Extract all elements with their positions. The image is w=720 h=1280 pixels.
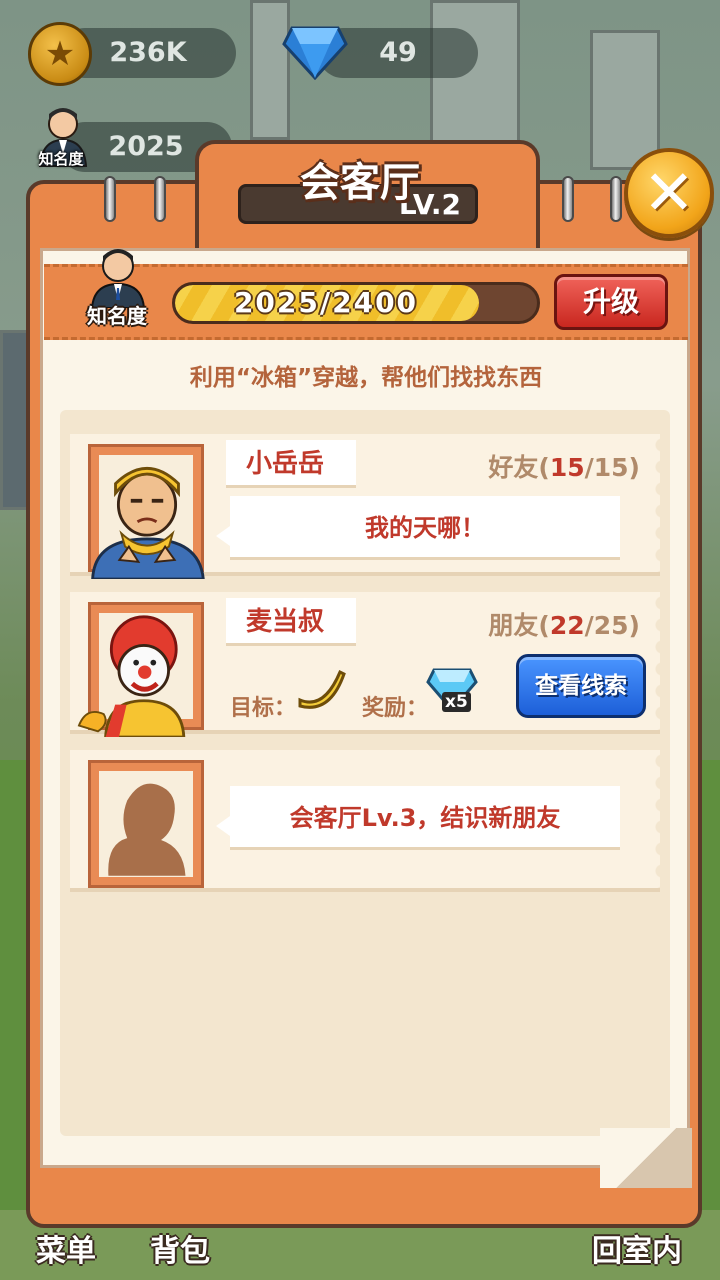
businessman-icon xyxy=(90,249,146,308)
view-clue-button[interactable]: 查看线索 xyxy=(516,654,646,718)
friendship-level: 好友(15/15) xyxy=(488,453,640,482)
menu-button[interactable]: 菜单 xyxy=(36,1226,96,1270)
locked-portrait xyxy=(88,760,204,888)
xiaoyueyue-avatar xyxy=(91,467,205,579)
panel-title: 会客厅 xyxy=(300,160,420,206)
reward-count: x5 xyxy=(442,692,471,712)
hint-text: 利用“冰箱”穿越，帮他们找找东西 xyxy=(189,365,543,391)
close-button[interactable]: ✕ xyxy=(624,148,714,238)
friendship-level: 朋友(22/25) xyxy=(488,611,640,640)
friend-card-locked: 会客厅Lv.3，结识新朋友 xyxy=(70,750,662,892)
friend-name: 麦当叔 xyxy=(226,598,356,646)
binder-ring xyxy=(610,176,622,222)
friend-portrait xyxy=(77,602,204,737)
panel-title-box: 会客厅 xyxy=(240,150,480,226)
clown-avatar xyxy=(77,615,186,737)
goal-label: 目标： xyxy=(230,696,297,721)
binder-ring xyxy=(562,176,574,222)
binder-ring xyxy=(154,176,166,222)
go-indoor-button[interactable]: 回室内 xyxy=(592,1226,682,1270)
diamond-icon xyxy=(282,26,348,80)
friend-portrait xyxy=(88,444,205,579)
silhouette-icon xyxy=(108,783,186,876)
speech-bubble: 我的天哪！ xyxy=(216,496,620,560)
upgrade-button[interactable]: 升级 xyxy=(554,274,668,330)
fame-label: 知名度 xyxy=(87,304,147,328)
fame-progress-text: 2025/2400 xyxy=(233,286,419,319)
close-icon: ✕ xyxy=(643,156,695,229)
coin-icon: ★ xyxy=(28,22,92,86)
friend-card: 麦当叔 朋友(22/25) 目标： 奖励： x5 查看线索 xyxy=(70,592,662,737)
page-curl xyxy=(600,1128,692,1188)
binder-ring xyxy=(104,176,116,222)
banana-icon xyxy=(298,669,346,709)
fame-label: 知名度 xyxy=(38,150,84,168)
fame-progress-bar: 2025/2400 xyxy=(172,282,540,324)
reward-label: 奖励： xyxy=(362,696,429,721)
friend-card: 小岳岳 好友(15/15) 我的天哪！ xyxy=(70,434,662,579)
friend-name: 小岳岳 xyxy=(226,440,356,488)
unlock-hint-bubble: 会客厅Lv.3，结识新朋友 xyxy=(216,786,620,850)
bag-button[interactable]: 背包 xyxy=(150,1226,210,1270)
